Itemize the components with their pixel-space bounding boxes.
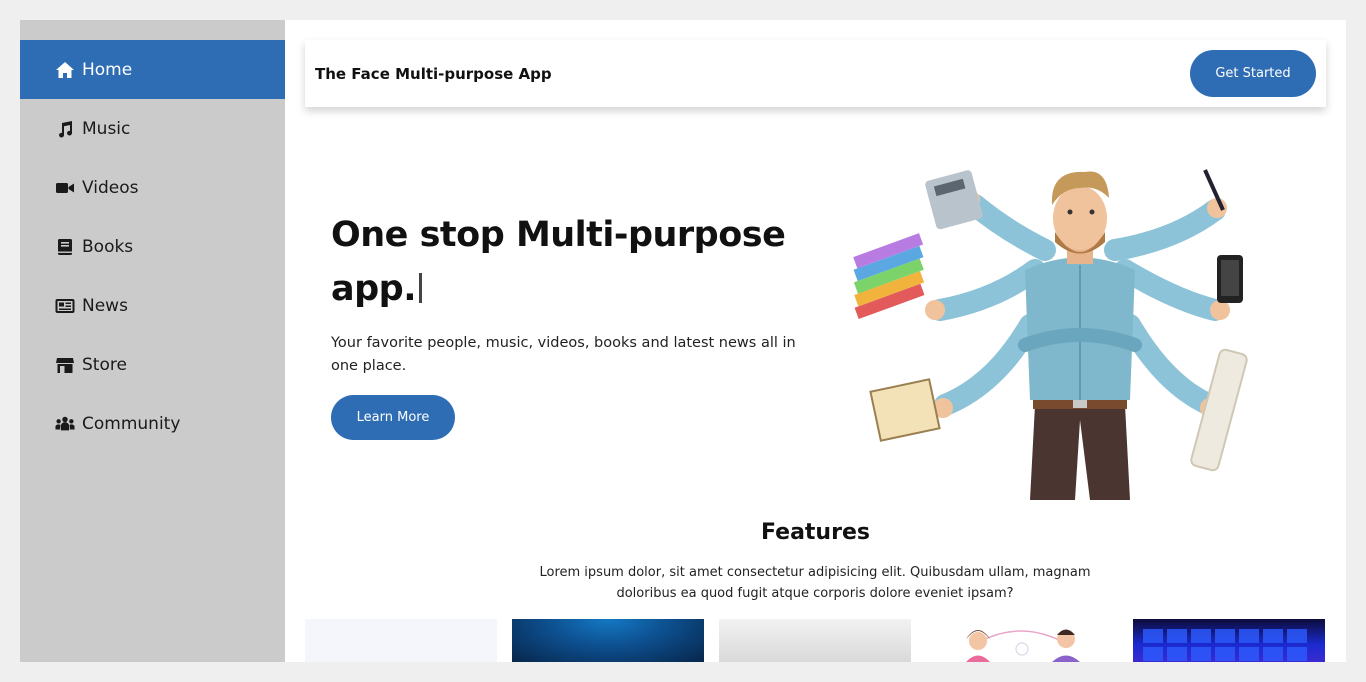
hero-subtitle: Your favorite people, music, videos, boo… (331, 335, 796, 374)
typing-cursor (419, 273, 423, 303)
get-started-button[interactable]: Get Started (1190, 50, 1316, 97)
top-navbar: The Face Multi-purpose App Get Started (305, 40, 1326, 107)
features-description: Lorem ipsum dolor, sit amet consectetur … (539, 565, 1091, 601)
sidebar-item-music[interactable]: Music (20, 99, 285, 158)
sidebar-item-label: Music (82, 118, 131, 139)
feature-cards (305, 619, 1326, 662)
feature-card-2[interactable] (512, 619, 704, 662)
sidebar-item-community[interactable]: Community (20, 394, 285, 453)
people-chat-illustration (966, 629, 1080, 662)
feature-card-3[interactable] (719, 619, 911, 662)
feature-card-1[interactable] (305, 619, 497, 662)
video-wall-illustration (1143, 629, 1307, 661)
features-title: Features (761, 520, 870, 545)
hero-title: One stop Multi-purpose app. (331, 208, 801, 316)
main-content: The Face Multi-purpose App Get Started O… (285, 20, 1346, 662)
newspaper-icon (55, 296, 75, 316)
sidebar-item-label: Home (82, 59, 133, 80)
sidebar-item-label: Books (82, 236, 134, 257)
video-icon (55, 178, 75, 198)
store-icon (55, 355, 75, 375)
brand-title: The Face Multi-purpose App (315, 64, 552, 83)
sidebar-item-home[interactable]: Home (20, 40, 285, 99)
sidebar-item-label: Community (82, 413, 181, 434)
sidebar-item-store[interactable]: Store (20, 335, 285, 394)
users-icon (55, 414, 75, 434)
sidebar-item-news[interactable]: News (20, 276, 285, 335)
sidebar-item-videos[interactable]: Videos (20, 158, 285, 217)
learn-more-button[interactable]: Learn More (331, 395, 455, 440)
multitasking-man-illustration (853, 169, 1248, 500)
app-frame: Home Music Videos Books News Store Commu… (20, 20, 1346, 662)
sidebar-item-label: Videos (82, 177, 139, 198)
sidebar-item-label: Store (82, 354, 127, 375)
sidebar-item-books[interactable]: Books (20, 217, 285, 276)
feature-card-4[interactable] (926, 619, 1118, 662)
sidebar: Home Music Videos Books News Store Commu… (20, 20, 285, 662)
hero-title-text: One stop Multi-purpose app. (331, 215, 786, 309)
sidebar-item-label: News (82, 295, 128, 316)
hero-section: One stop Multi-purpose app. Your favorit… (331, 208, 801, 440)
book-icon (55, 237, 75, 257)
music-icon (55, 119, 75, 139)
home-icon (55, 60, 75, 80)
feature-card-5[interactable] (1133, 619, 1325, 662)
